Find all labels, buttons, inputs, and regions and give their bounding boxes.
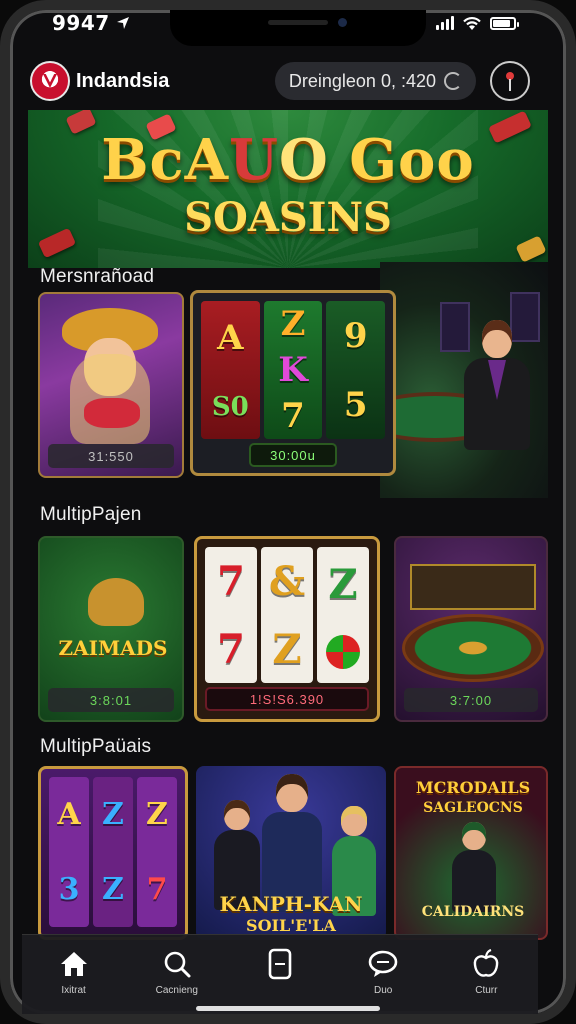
- search-icon: [161, 949, 193, 979]
- logo-mark-icon: [30, 61, 70, 101]
- card-icon: [264, 948, 296, 980]
- reel-symbol: Z: [146, 797, 168, 832]
- hero-title-part: Goo: [328, 127, 475, 193]
- reel: A 3: [49, 777, 89, 927]
- pin-icon: [506, 72, 514, 91]
- mascot-figure: [88, 578, 144, 626]
- game-tile[interactable]: 31:550: [38, 292, 184, 478]
- brand-logo[interactable]: Indandsia: [30, 61, 169, 101]
- reel: & Z: [261, 547, 313, 683]
- hero-banner[interactable]: BcAUO Goo SOASINS: [28, 110, 548, 268]
- game-tile[interactable]: 3:7:00: [394, 536, 548, 722]
- profile-button[interactable]: [490, 61, 530, 101]
- reel: Z: [317, 547, 369, 683]
- tile-label: 3:8:01: [48, 688, 174, 712]
- tile-art-subtext: SOIL'E'LA: [246, 916, 336, 935]
- reel: 7 7: [205, 547, 257, 683]
- apple-icon: [470, 949, 502, 979]
- nav-label: Cturr: [475, 985, 498, 996]
- battery-icon: [490, 16, 519, 30]
- nav-label: Cacnieng: [155, 985, 198, 996]
- slot-reels: A 3 Z Z Z 7: [49, 777, 177, 927]
- reel: Z Z: [93, 777, 133, 927]
- reel-symbol: Z: [280, 304, 306, 344]
- tile-art-text: KANPH-KAN: [219, 892, 363, 916]
- game-tile[interactable]: KANPH-KAN SOIL'E'LA: [196, 766, 386, 940]
- tile-art-subtext: SAGLEOCNS: [423, 800, 523, 816]
- reel-symbol: &: [268, 557, 306, 605]
- tile-label: 3:7:00: [404, 688, 538, 712]
- reel-symbol: A: [57, 797, 81, 832]
- tile-art-bottom-text: CALIDAIRNS: [421, 904, 525, 920]
- hero-title-part: BcA: [101, 127, 230, 193]
- reel-symbol: 7: [217, 557, 245, 605]
- nav-item-card[interactable]: [235, 948, 325, 985]
- tile-art-text: MCRODAILS: [415, 778, 531, 797]
- hero-title: BcAUO Goo: [28, 132, 548, 188]
- slot-reels: 7 7 & Z Z: [205, 547, 369, 683]
- reel-symbol: 7: [281, 396, 305, 436]
- nav-item-chat[interactable]: Duo: [338, 949, 428, 996]
- nav-item-home[interactable]: Ixitrat: [29, 949, 119, 996]
- reel: Z 7: [137, 777, 177, 927]
- balance-pill[interactable]: Dreingleon 0, :420: [274, 62, 476, 100]
- nav-item-search[interactable]: Cacnieng: [132, 949, 222, 996]
- reel-symbol: S0: [211, 392, 249, 422]
- tile-label: 1!S!S6.390: [205, 687, 369, 711]
- hero-subtitle: SOASINS: [184, 194, 392, 241]
- signal-icon: [436, 16, 454, 30]
- chat-icon: [367, 949, 399, 979]
- hero-title-part: U: [229, 127, 279, 193]
- reel: A S0: [201, 301, 260, 439]
- section-title-featured: Mersnrañoad: [40, 266, 155, 287]
- dealer-figure: [458, 320, 536, 480]
- reel-symbol: 5: [343, 384, 368, 425]
- section-title-multiplayer: MultipPajen: [40, 504, 142, 525]
- tile-label: 30:00u: [249, 443, 337, 467]
- reel: Z K 7: [263, 301, 323, 439]
- nav-label: Duo: [373, 985, 393, 996]
- reel-symbol: Z: [272, 625, 302, 673]
- app-header: Indandsia Dreingleon 0, :420: [18, 52, 540, 110]
- game-tile[interactable]: A S0 Z K 7 9 5 30:00u: [190, 290, 396, 476]
- game-tile[interactable]: A 3 Z Z Z 7: [38, 766, 188, 940]
- bottom-nav: Ixitrat Cacnieng Duo Cturr: [22, 934, 538, 1014]
- watermelon-icon: [326, 635, 360, 670]
- character-outfit: [84, 398, 140, 428]
- chip-decoration: [65, 110, 97, 135]
- brand-name: Indandsia: [76, 69, 170, 92]
- reel-symbol: Z: [102, 797, 124, 832]
- wifi-icon: [463, 16, 481, 30]
- reel-symbol: 7: [217, 625, 245, 673]
- reel-symbol: Z: [328, 560, 358, 608]
- reel-symbol: A: [217, 318, 244, 358]
- reel-symbol: 3: [58, 872, 80, 907]
- slot-reels: A S0 Z K 7 9 5: [201, 301, 386, 439]
- roulette-wheel-icon: [402, 614, 544, 682]
- reel-symbol: 9: [343, 315, 368, 356]
- game-tile[interactable]: ZAIMADS 3:8:01: [38, 536, 184, 722]
- slot-machine-bank: [410, 564, 536, 610]
- reel-symbol: K: [278, 350, 308, 390]
- location-arrow-icon: [116, 17, 129, 29]
- game-tile[interactable]: MCRODAILS SAGLEOCNS CALIDAIRNS: [394, 766, 548, 940]
- status-time: 9947: [52, 11, 110, 35]
- hero-title-part: O: [278, 127, 329, 193]
- nav-item-apple[interactable]: Cturr: [441, 949, 531, 996]
- reel-symbol: 7: [146, 872, 168, 907]
- game-tile[interactable]: 7 7 & Z Z 1!S!S6.390: [194, 536, 380, 722]
- player-figure: [452, 822, 496, 912]
- status-bar: 9947: [0, 0, 556, 46]
- refresh-icon[interactable]: [444, 72, 462, 90]
- tile-label: 31:550: [48, 444, 174, 468]
- home-icon: [58, 949, 90, 979]
- home-indicator[interactable]: [196, 1006, 380, 1011]
- nav-label: Ixitrat: [61, 985, 86, 996]
- section-title-more: MultipPaüais: [40, 736, 152, 757]
- balance-text: Dreingleon 0, :420: [288, 70, 436, 91]
- reel-symbol: Z: [102, 872, 124, 907]
- tile-art-text: ZAIMADS: [58, 636, 168, 660]
- live-dealer-scene[interactable]: [380, 262, 548, 498]
- reel: 9 5: [326, 301, 386, 439]
